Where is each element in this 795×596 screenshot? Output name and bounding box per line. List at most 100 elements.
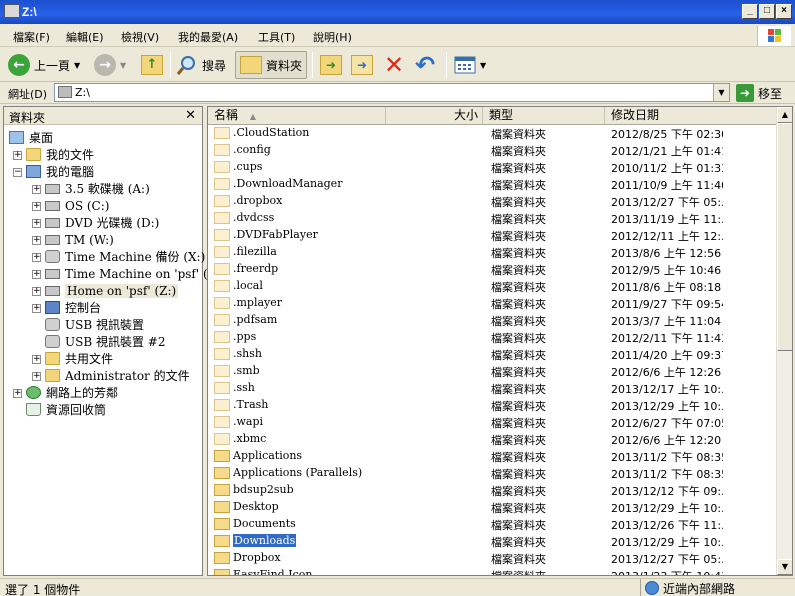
scroll-down-button[interactable]: ▼ — [777, 559, 792, 575]
file-name: .xbmc — [233, 432, 267, 445]
copy-to-button[interactable]: ➜ — [351, 51, 373, 79]
file-row[interactable]: .shsh 檔案資料夾 2011/4/20 上午 09:37 — [208, 346, 776, 363]
expand-icon[interactable]: + — [32, 185, 41, 194]
tree-item-drive-z[interactable]: Home on 'psf' (Z:) — [45, 282, 179, 299]
tree-item-dvd[interactable]: DVD 光碟機 (D:) — [45, 214, 159, 231]
expand-icon[interactable]: + — [32, 287, 41, 296]
file-row[interactable]: .pdfsam 檔案資料夾 2013/3/7 上午 11:04 — [208, 312, 776, 329]
file-row[interactable]: Desktop 檔案資料夾 2013/12/29 上午 10:... — [208, 499, 776, 516]
forward-button[interactable]: → ▼ — [94, 51, 126, 79]
vertical-scrollbar[interactable]: ▲ ▼ — [776, 107, 792, 575]
chevron-down-icon[interactable]: ▼ — [74, 61, 80, 70]
tree-item-floppy[interactable]: 3.5 軟碟機 (A:) — [45, 180, 150, 197]
chevron-down-icon[interactable]: ▼ — [480, 61, 486, 70]
menu-view[interactable]: 檢視(V) — [121, 29, 159, 45]
column-header-type[interactable]: 類型 — [483, 107, 605, 124]
menu-favorites[interactable]: 我的最愛(A) — [178, 29, 238, 45]
delete-button[interactable]: ✕ — [384, 51, 404, 79]
scroll-up-button[interactable]: ▲ — [777, 107, 792, 123]
tree-item-desktop[interactable]: 桌面 — [9, 129, 53, 146]
file-row[interactable]: .dvdcss 檔案資料夾 2013/11/19 上午 11:... — [208, 210, 776, 227]
file-row[interactable]: EasyFind Icon 檔案資料夾 2013/1/23 下午 10:43 — [208, 567, 776, 575]
close-button[interactable]: × — [776, 4, 792, 19]
menu-tools[interactable]: 工具(T) — [258, 29, 295, 45]
tree-item-usb-video[interactable]: USB 視訊裝置 — [45, 316, 144, 333]
scroll-thumb[interactable] — [777, 123, 792, 351]
file-row[interactable]: .xbmc 檔案資料夾 2012/6/6 上午 12:20 — [208, 431, 776, 448]
tree-item-control-panel[interactable]: 控制台 — [45, 299, 101, 316]
title-bar[interactable]: Z:\ _ □ × — [0, 0, 795, 24]
column-header-date[interactable]: 修改日期 — [605, 107, 776, 124]
menu-edit[interactable]: 編輯(E) — [66, 29, 104, 45]
tree-item-shared-documents[interactable]: 共用文件 — [45, 350, 113, 367]
views-button[interactable]: ▼ — [454, 51, 486, 79]
file-row[interactable]: .DVDFabPlayer 檔案資料夾 2012/12/11 上午 12:... — [208, 227, 776, 244]
go-button[interactable]: ➜ 移至 — [736, 83, 782, 103]
expand-icon[interactable]: + — [32, 372, 41, 381]
maximize-button[interactable]: □ — [759, 4, 775, 19]
expand-icon[interactable]: + — [13, 389, 22, 398]
tree-item-usb-video-2[interactable]: USB 視訊裝置 #2 — [45, 333, 165, 350]
undo-button[interactable]: ↶ — [415, 51, 435, 79]
expand-icon[interactable]: + — [32, 270, 41, 279]
file-row[interactable]: .smb 檔案資料夾 2012/6/6 上午 12:26 — [208, 363, 776, 380]
tree-item-drive-w[interactable]: TM (W:) — [45, 231, 114, 248]
file-row[interactable]: Dropbox 檔案資料夾 2013/12/27 下午 05:... — [208, 550, 776, 567]
collapse-icon[interactable]: − — [13, 168, 22, 177]
expand-icon[interactable]: + — [32, 219, 41, 228]
expand-icon[interactable]: + — [32, 355, 41, 364]
file-type: 檔案資料夾 — [491, 434, 546, 447]
file-row[interactable]: .wapi 檔案資料夾 2012/6/27 下午 07:05 — [208, 414, 776, 431]
folders-button[interactable]: 資料夾 — [235, 51, 308, 79]
tree-item-drive-y[interactable]: Time Machine on 'psf' (Y:) — [45, 265, 223, 282]
menu-file[interactable]: 檔案(F) — [13, 29, 50, 45]
tree-item-my-computer[interactable]: 我的電腦 — [26, 163, 94, 180]
file-type: 檔案資料夾 — [491, 568, 601, 575]
expand-icon[interactable]: + — [32, 253, 41, 262]
close-pane-icon[interactable]: ✕ — [185, 108, 196, 123]
file-row[interactable]: .local 檔案資料夾 2011/8/6 上午 08:18 — [208, 278, 776, 295]
file-row[interactable]: .config 檔案資料夾 2012/1/21 上午 01:41 — [208, 142, 776, 159]
expand-icon[interactable]: + — [32, 202, 41, 211]
file-row[interactable]: Applications 檔案資料夾 2013/11/2 下午 08:35 — [208, 448, 776, 465]
status-bar: 選了 1 個物件 近端內部網路 — [0, 578, 795, 596]
file-row[interactable]: .filezilla 檔案資料夾 2013/8/6 上午 12:56 — [208, 244, 776, 261]
tree-item-admin-documents[interactable]: Administrator 的文件 — [45, 367, 190, 384]
move-to-button[interactable]: ➜ — [320, 51, 342, 79]
file-name-cell: .smb — [214, 364, 384, 377]
file-row[interactable]: .freerdp 檔案資料夾 2012/9/5 上午 10:46 — [208, 261, 776, 278]
file-row[interactable]: .dropbox 檔案資料夾 2013/12/27 下午 05:... — [208, 193, 776, 210]
tree-item-my-documents[interactable]: 我的文件 — [26, 146, 94, 163]
search-button[interactable]: 搜尋 — [176, 51, 226, 79]
file-row[interactable]: .DownloadManager 檔案資料夾 2011/10/9 上午 11:40 — [208, 176, 776, 193]
address-input[interactable]: Z:\ ▼ — [54, 83, 730, 102]
tree-item-recycle-bin[interactable]: 資源回收筒 — [26, 401, 106, 418]
file-row[interactable]: .pps 檔案資料夾 2012/2/11 下午 11:43 — [208, 329, 776, 346]
file-row[interactable]: .cups 檔案資料夾 2010/11/2 上午 01:33 — [208, 159, 776, 176]
tree-item-drive-x[interactable]: Time Machine 備份 (X:) — [45, 248, 205, 265]
column-header-name[interactable]: 名稱 ▲ — [208, 107, 386, 124]
file-row[interactable]: .mplayer 檔案資料夾 2011/9/27 下午 09:54 — [208, 295, 776, 312]
file-row[interactable]: Downloads 檔案資料夾 2013/12/29 上午 10:... — [208, 533, 776, 550]
expand-icon[interactable]: + — [32, 304, 41, 313]
back-button[interactable]: ← 上一頁 ▼ — [8, 51, 80, 79]
address-dropdown-button[interactable]: ▼ — [713, 84, 729, 101]
tree-item-network[interactable]: 網路上的芳鄰 — [26, 384, 118, 401]
menu-help[interactable]: 說明(H) — [313, 29, 352, 45]
file-name-cell: .mplayer — [214, 296, 384, 309]
up-folder-button[interactable]: ↑ — [141, 51, 163, 79]
file-row[interactable]: Documents 檔案資料夾 2013/12/26 下午 11:... — [208, 516, 776, 533]
file-row[interactable]: .ssh 檔案資料夾 2013/12/17 上午 10:... — [208, 380, 776, 397]
file-row[interactable]: .CloudStation 檔案資料夾 2012/8/25 下午 02:30 — [208, 125, 776, 142]
tree-label: Time Machine 備份 (X:) — [65, 250, 206, 264]
file-row[interactable]: bdsup2sub 檔案資料夾 2013/12/12 下午 09:... — [208, 482, 776, 499]
chevron-down-icon[interactable]: ▼ — [120, 61, 126, 70]
file-row[interactable]: Applications (Parallels) 檔案資料夾 2013/11/2 下… — [208, 465, 776, 482]
column-header-size[interactable]: 大小 — [386, 107, 483, 124]
file-row[interactable]: .Trash 檔案資料夾 2013/12/29 上午 10:... — [208, 397, 776, 414]
tree-item-drive-c[interactable]: OS (C:) — [45, 197, 109, 214]
expand-icon[interactable]: + — [13, 151, 22, 160]
file-date: 2013/12/29 上午 10:... — [611, 502, 723, 515]
minimize-button[interactable]: _ — [742, 4, 758, 19]
expand-icon[interactable]: + — [32, 236, 41, 245]
